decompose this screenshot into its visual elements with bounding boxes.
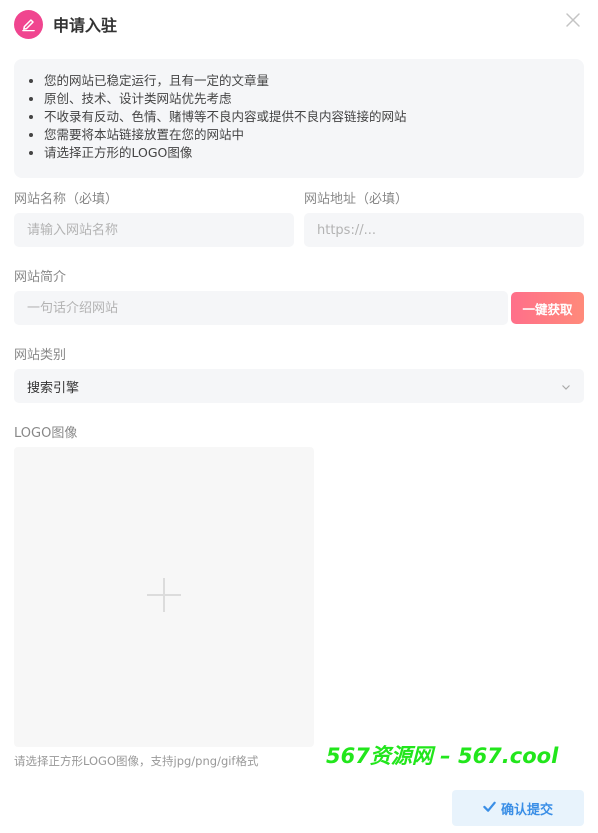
notice-item: 您需要将本站链接放置在您的网站中 — [44, 126, 570, 144]
notice-item: 您的网站已稳定运行，且有一定的文章量 — [44, 72, 570, 90]
logo-upload[interactable] — [14, 447, 314, 747]
check-icon — [483, 800, 496, 817]
dialog-header: 申请入驻 — [14, 9, 117, 39]
logo-hint: 请选择正方形LOGO图像，支持jpg/png/gif格式 — [14, 754, 259, 768]
fetch-button[interactable]: 一键获取 — [511, 292, 584, 324]
category-selected-value: 搜索引擎 — [27, 380, 80, 396]
notice-box: 您的网站已稳定运行，且有一定的文章量 原创、技术、设计类网站优先考虑 不收录有反… — [14, 59, 584, 178]
site-name-input[interactable] — [14, 213, 294, 247]
plus-icon — [145, 576, 183, 618]
submit-button[interactable]: 确认提交 — [452, 790, 584, 826]
edit-icon — [14, 9, 43, 39]
site-url-input[interactable] — [304, 213, 584, 247]
category-label: 网站类别 — [14, 348, 67, 363]
category-select[interactable]: 搜索引擎 — [14, 369, 584, 403]
submit-label: 确认提交 — [500, 802, 553, 818]
watermark: 567资源网 – 567.cool — [326, 744, 559, 768]
close-icon[interactable] — [564, 11, 582, 29]
dialog-title: 申请入驻 — [53, 16, 118, 35]
notice-item: 原创、技术、设计类网站优先考虑 — [44, 90, 570, 108]
site-url-label: 网站地址（必填） — [304, 192, 409, 207]
chevron-down-icon — [561, 377, 571, 396]
site-name-label: 网站名称（必填） — [14, 192, 119, 207]
notice-item: 请选择正方形的LOGO图像 — [44, 144, 570, 162]
site-desc-label: 网站简介 — [14, 270, 67, 285]
apply-dialog: 申请入驻 您的网站已稳定运行，且有一定的文章量 原创、技术、设计类网站优先考虑 … — [0, 0, 598, 833]
site-desc-input[interactable] — [14, 291, 508, 325]
logo-label: LOGO图像 — [14, 426, 78, 441]
notice-item: 不收录有反动、色情、赌博等不良内容或提供不良内容链接的网站 — [44, 108, 570, 126]
